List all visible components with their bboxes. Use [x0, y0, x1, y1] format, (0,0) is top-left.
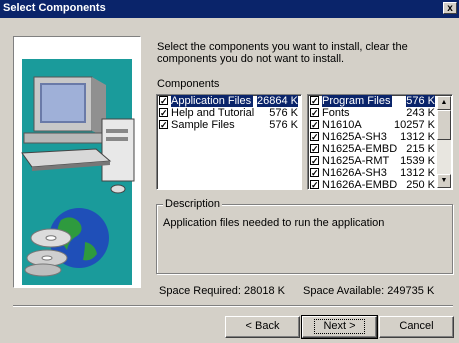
components-list[interactable]: ✓ Application Files 26864 K ✓ Help and Tutor… [156, 94, 302, 190]
window-title: Select Components [3, 2, 106, 14]
description-group [156, 204, 453, 274]
subcomponents-list[interactable]: ✓ Program Files 576 K ✓ Fonts 243 K ✓ N1610A 102… [307, 94, 453, 190]
item-name: N1610A [322, 119, 362, 131]
checkbox-icon[interactable]: ✓ [310, 120, 319, 130]
scroll-down-icon[interactable]: ▼ [437, 174, 451, 188]
list-item[interactable]: ✓ Program Files 576 K [309, 95, 452, 107]
item-name: Fonts [322, 107, 350, 119]
checkbox-icon[interactable]: ✓ [310, 144, 319, 154]
list-item[interactable]: ✓ Fonts 243 K [309, 107, 452, 119]
checkbox-icon[interactable]: ✓ [310, 156, 319, 166]
vertical-scrollbar[interactable]: ▲ ▼ [437, 96, 451, 188]
item-size: 1312 K [400, 167, 435, 179]
item-size: 250 K [406, 179, 435, 190]
list-item[interactable]: ✓ N1626A-SH3 1312 K [309, 167, 452, 179]
item-name: Help and Tutorial [171, 107, 255, 119]
checkbox-icon[interactable]: ✓ [159, 108, 168, 118]
components-label: Components [157, 78, 220, 90]
item-name: N1625A-RMT [322, 155, 390, 167]
checkbox-icon[interactable]: ✓ [159, 96, 168, 106]
list-item[interactable]: ✓ N1625A-SH3 1312 K [309, 131, 452, 143]
item-size: 576 K [406, 95, 435, 107]
list-item[interactable]: ✓ Application Files 26864 K [158, 95, 301, 107]
title-bar: Select Components x [0, 0, 459, 18]
next-button[interactable]: Next > [301, 315, 378, 339]
item-size: 215 K [406, 143, 435, 155]
description-title: Description [163, 198, 223, 210]
checkbox-icon[interactable]: ✓ [310, 168, 319, 178]
item-name: N1626A-EMBD [322, 179, 398, 190]
item-size: 1312 K [400, 131, 435, 143]
cancel-button[interactable]: Cancel [379, 316, 454, 338]
list-item[interactable]: ✓ Help and Tutorial 576 K [158, 107, 301, 119]
item-name: N1625A-EMBD [322, 143, 398, 155]
item-name: Program Files [322, 95, 393, 107]
item-name: N1625A-SH3 [322, 131, 387, 143]
checkbox-icon[interactable]: ✓ [310, 96, 319, 106]
back-button[interactable]: < Back [225, 316, 300, 338]
description-text: Application files needed to run the appl… [163, 217, 385, 229]
media-illustration [13, 198, 141, 288]
list-item[interactable]: ✓ N1625A-EMBD 215 K [309, 143, 452, 155]
checkbox-icon[interactable]: ✓ [310, 108, 319, 118]
list-item[interactable]: ✓ N1610A 10257 K [309, 119, 452, 131]
item-size: 26864 K [257, 95, 298, 107]
item-size: 576 K [269, 119, 298, 131]
checkbox-icon[interactable]: ✓ [159, 120, 168, 130]
scroll-up-icon[interactable]: ▲ [437, 96, 451, 110]
item-size: 1539 K [400, 155, 435, 167]
space-available: Space Available: 249735 K [303, 285, 435, 297]
item-size: 576 K [269, 107, 298, 119]
instructions-text: Select the components you want to instal… [157, 41, 408, 65]
item-name: Sample Files [171, 119, 235, 131]
close-button[interactable]: x [443, 2, 457, 14]
checkbox-icon[interactable]: ✓ [310, 180, 319, 189]
checkbox-icon[interactable]: ✓ [310, 132, 319, 142]
separator [13, 305, 453, 307]
list-item[interactable]: ✓ N1625A-RMT 1539 K [309, 155, 452, 167]
item-name: Application Files [171, 95, 254, 107]
item-size: 10257 K [394, 119, 435, 131]
globe-icon [24, 208, 109, 277]
space-required: Space Required: 28018 K [159, 285, 285, 297]
list-item[interactable]: ✓ Sample Files 576 K [158, 119, 301, 131]
list-item[interactable]: ✓ N1626A-EMBD 250 K [309, 179, 452, 190]
item-size: 243 K [406, 107, 435, 119]
close-icon[interactable]: x [447, 3, 453, 14]
scroll-thumb[interactable] [437, 110, 451, 140]
item-name: N1626A-SH3 [322, 167, 387, 179]
